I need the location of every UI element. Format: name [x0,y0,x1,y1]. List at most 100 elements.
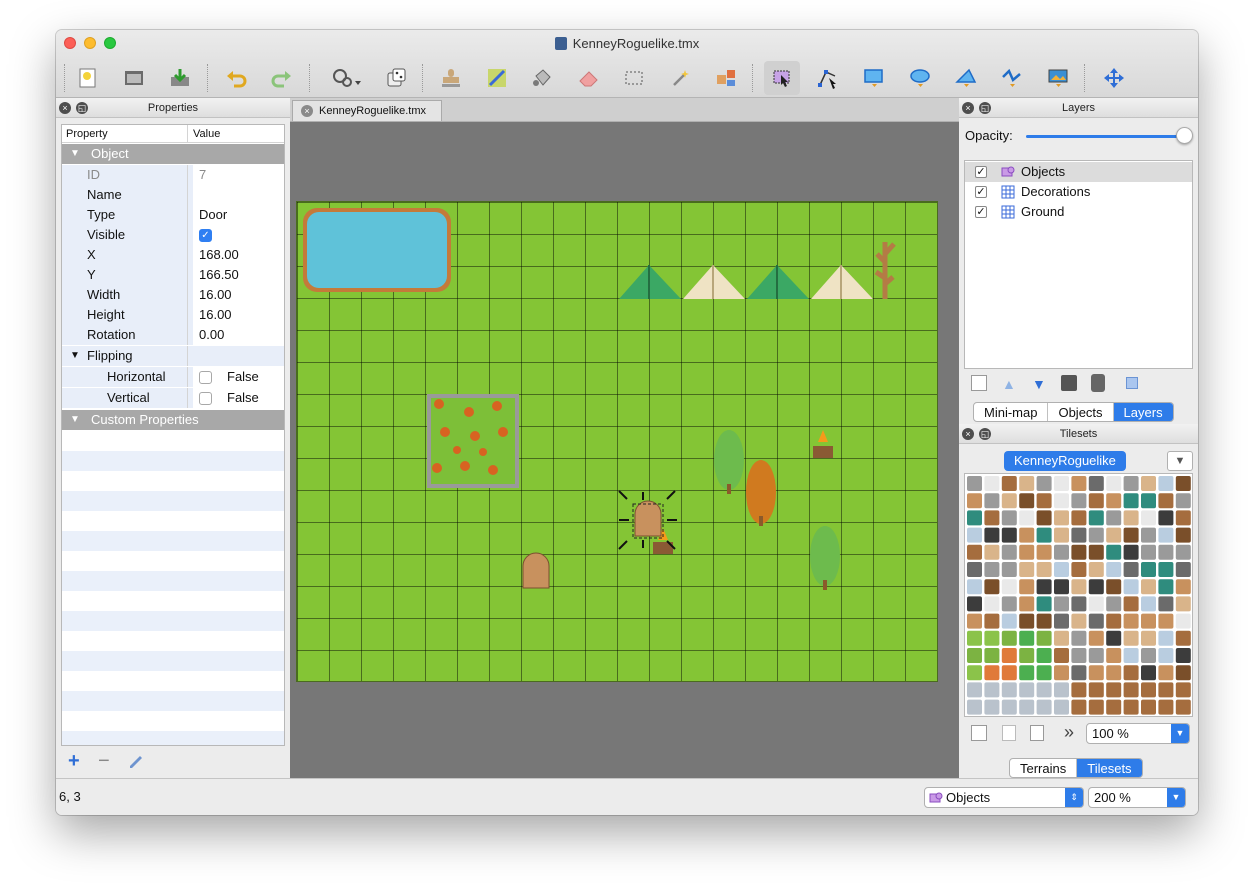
group-object[interactable]: ▼ Object [62,144,284,164]
tileset-tile[interactable] [1001,613,1017,629]
collapse-triangle-icon[interactable]: ▼ [70,346,80,366]
tileset-tile[interactable] [1141,613,1156,629]
tileset-tile[interactable] [967,527,982,543]
edit-polygons-icon[interactable] [810,61,846,95]
tileset-tile[interactable] [1158,562,1174,577]
tree-orange[interactable] [746,460,776,526]
tileset-tile[interactable] [1106,682,1122,698]
tileset-tile[interactable] [1123,476,1139,491]
tileset-tile[interactable] [1001,682,1017,698]
tileset-tile[interactable] [1106,579,1122,595]
tileset-tile[interactable] [1036,596,1052,612]
tileset-tile[interactable] [984,699,1000,715]
tileset-tile[interactable] [967,579,982,595]
tileset-tile[interactable] [1036,630,1052,646]
tileset-tile[interactable] [967,544,982,560]
tileset-tile[interactable] [1106,527,1122,543]
insert-polyline-icon[interactable] [994,61,1030,95]
select-objects-icon[interactable] [764,61,800,95]
tileset-tile[interactable] [1106,665,1122,681]
tileset-zoom-combo[interactable]: 100 % ▼ [1086,723,1190,744]
campfire[interactable] [813,430,833,458]
tileset-tile[interactable] [1123,682,1139,698]
property-row-y[interactable]: Y 166.50 [62,265,284,285]
tileset-tile[interactable] [1088,562,1104,577]
more-tools-button[interactable]: » [1064,722,1074,743]
remove-property-button[interactable]: − [98,750,110,773]
close-panel-icon[interactable]: × [962,102,974,114]
tileset-tile[interactable] [1036,665,1052,681]
tileset-tile[interactable] [1019,510,1035,526]
undo-icon[interactable] [218,61,254,95]
column-header-property[interactable]: Property [62,125,188,142]
current-layer-combo[interactable]: Objects ⇕ [924,787,1084,808]
tileset-tile[interactable] [1019,493,1035,509]
tileset-tile[interactable] [1175,699,1191,715]
tileset-tile[interactable] [984,630,1000,646]
tileset-tile[interactable] [1141,527,1156,543]
tileset-tile[interactable] [1158,613,1174,629]
tileset-tile[interactable] [1019,682,1035,698]
tileset-tile[interactable] [1001,665,1017,681]
tileset-tile[interactable] [1158,527,1174,543]
float-panel-icon[interactable]: ◱ [979,428,991,440]
map-zoom-combo[interactable]: 200 % ▼ [1088,787,1186,808]
tileset-tile[interactable] [1019,476,1035,491]
collapse-triangle-icon[interactable]: ▼ [70,410,80,430]
property-value[interactable]: Door [193,205,284,225]
tileset-tile[interactable] [1088,596,1104,612]
tileset-tile[interactable] [1036,544,1052,560]
door-object[interactable] [522,552,550,589]
tileset-tile[interactable] [1123,648,1139,663]
property-value[interactable]: False [193,367,284,387]
tileset-tile[interactable] [984,476,1000,491]
opacity-slider-knob[interactable] [1176,127,1193,144]
tileset-tile[interactable] [1141,699,1156,715]
tileset-tile[interactable] [1071,562,1087,577]
tileset-tile[interactable] [1123,544,1139,560]
tileset-tile[interactable] [1123,630,1139,646]
tileset-tile[interactable] [1071,613,1087,629]
tileset-tile[interactable] [1071,648,1087,663]
tileset-tile[interactable] [1141,630,1156,646]
tileset-tile[interactable] [1001,544,1017,560]
tileset-tile[interactable] [1071,682,1087,698]
flip-checkbox[interactable] [199,371,212,384]
tileset-tile[interactable] [1106,596,1122,612]
tileset-tile[interactable] [1158,699,1174,715]
close-panel-icon[interactable]: × [59,102,71,114]
tileset-tile[interactable] [1158,596,1174,612]
tileset-tile[interactable] [1001,630,1017,646]
tileset-tile[interactable] [1001,510,1017,526]
tileset-tile[interactable] [984,527,1000,543]
group-custom-properties[interactable]: ▼ Custom Properties [62,410,284,430]
tileset-tile[interactable] [1106,510,1122,526]
tileset-tile[interactable] [1054,493,1069,509]
tileset-tile[interactable] [1071,579,1087,595]
close-tab-icon[interactable]: × [301,105,313,117]
property-row-visible[interactable]: Visible ✓ [62,225,284,245]
tileset-tile[interactable] [984,648,1000,663]
tileset-tile[interactable] [1071,665,1087,681]
tileset-tile[interactable] [1158,476,1174,491]
export-tileset-icon[interactable] [1030,725,1044,741]
tileset-tile[interactable] [984,596,1000,612]
tileset-tile[interactable] [1088,630,1104,646]
tileset-tile[interactable] [1088,665,1104,681]
tent-green[interactable] [747,265,809,299]
tileset-tile[interactable] [1088,699,1104,715]
layer-visibility-checkbox[interactable]: ✓ [975,186,987,198]
property-value[interactable]: 166.50 [193,265,284,285]
tileset-tile[interactable] [984,613,1000,629]
tileset-tile[interactable] [1106,648,1122,663]
tileset-tile[interactable] [1036,682,1052,698]
tileset-tile[interactable] [1019,665,1035,681]
layer-row-ground[interactable]: ✓ Ground [965,202,1192,222]
tileset-tile[interactable] [1071,527,1087,543]
tileset-tile[interactable] [1123,510,1139,526]
dead-tree[interactable] [874,242,896,299]
tent-green[interactable] [619,265,681,299]
tileset-tile[interactable] [1036,613,1052,629]
property-row-x[interactable]: X 168.00 [62,245,284,265]
layer-visibility-checkbox[interactable]: ✓ [975,166,987,178]
